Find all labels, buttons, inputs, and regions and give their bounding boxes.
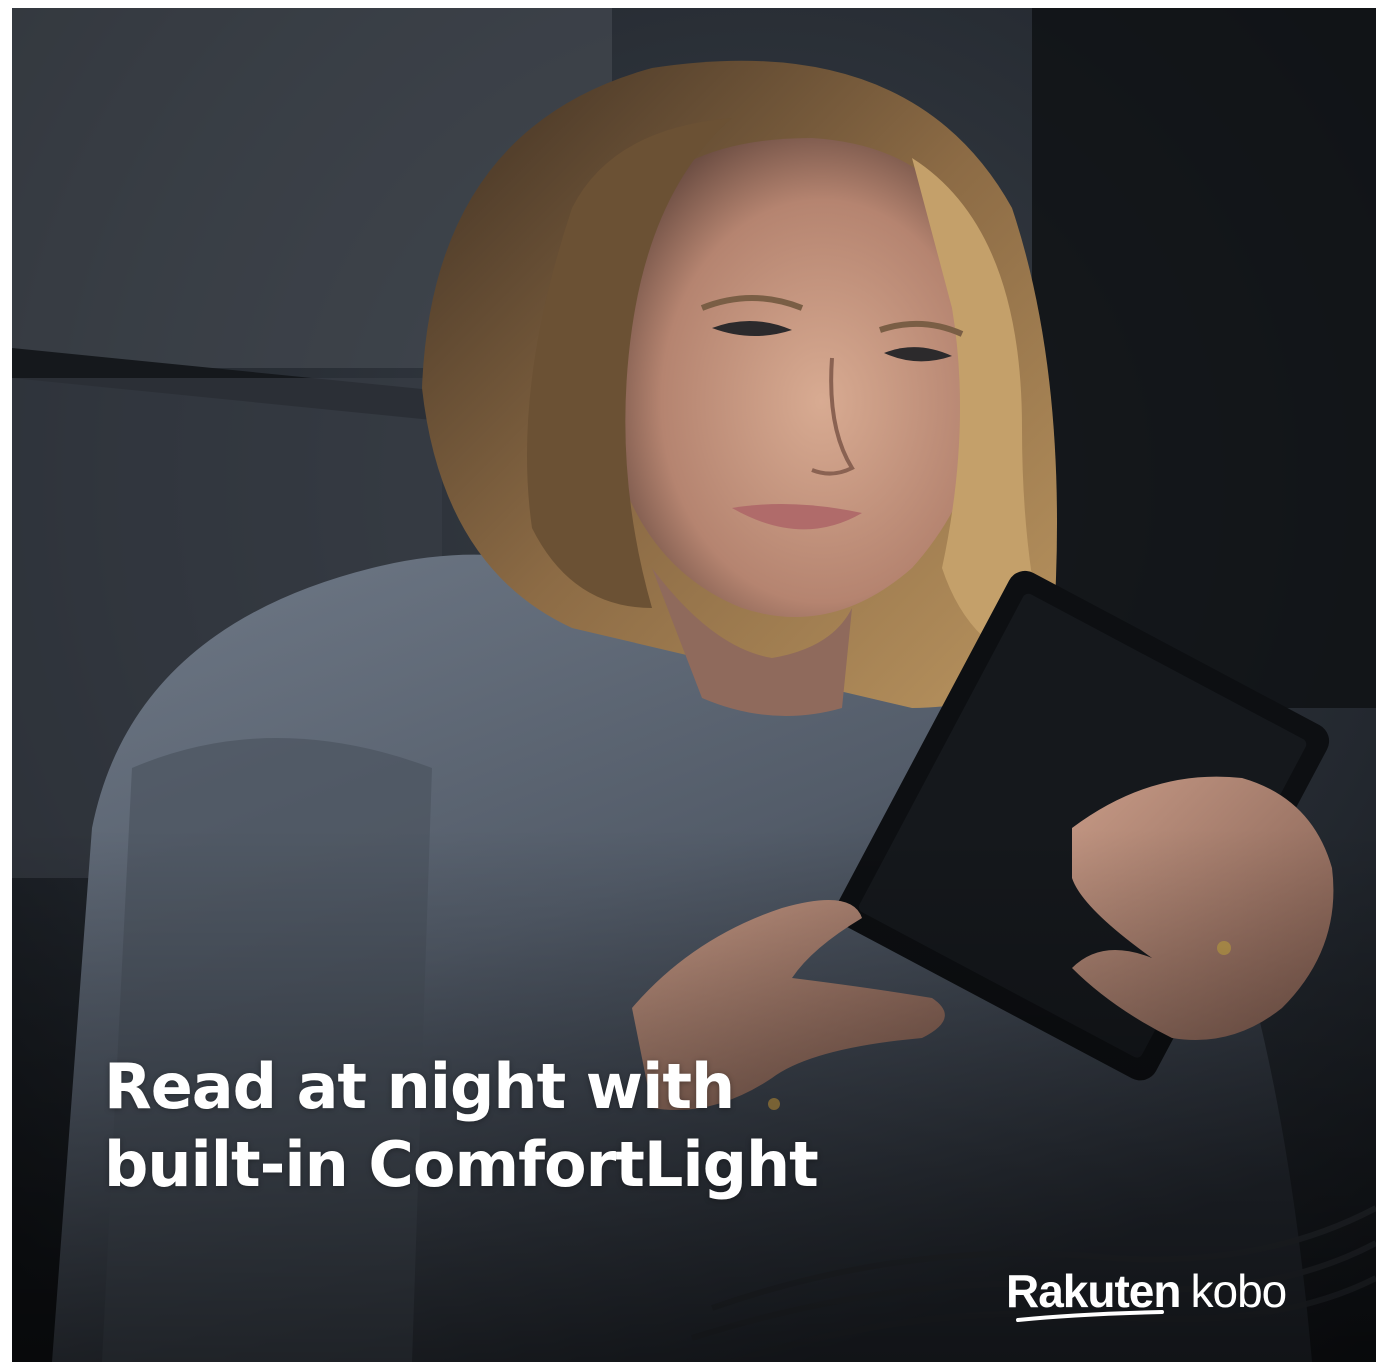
logo-swoosh-icon: [1016, 1310, 1164, 1322]
product-image-frame: Read at night with built-in ComfortLight…: [12, 8, 1376, 1362]
logo-kobo-text: kobo: [1190, 1265, 1287, 1317]
headline-line-2: built-in ComfortLight: [104, 1128, 819, 1201]
ad-headline: Read at night with built-in ComfortLight: [104, 1048, 819, 1204]
headline-line-1: Read at night with: [104, 1050, 735, 1123]
